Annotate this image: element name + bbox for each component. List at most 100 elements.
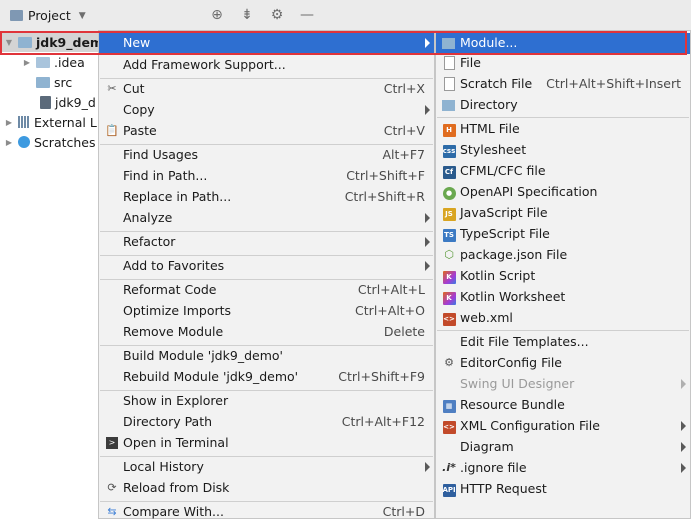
menu-item-directory[interactable]: Directory <box>436 95 690 116</box>
submenu-arrow-icon <box>425 462 430 472</box>
menu-item-refactor[interactable]: Refactor <box>99 232 434 253</box>
menu-item-package-json[interactable]: ⬡ package.json File <box>436 245 690 266</box>
menu-item-reload-from-disk[interactable]: ⟳ Reload from Disk <box>99 478 434 499</box>
menu-item-optimize-imports[interactable]: Optimize Imports Ctrl+Alt+O <box>99 301 434 322</box>
menu-item-swing-ui-designer[interactable]: Swing UI Designer <box>436 374 690 395</box>
menu-item-copy[interactable]: Copy <box>99 100 434 121</box>
menu-item-diagram[interactable]: Diagram <box>436 437 690 458</box>
menu-item-find-in-path[interactable]: Find in Path... Ctrl+Shift+F <box>99 166 434 187</box>
project-view-icon <box>10 10 23 21</box>
locate-icon[interactable]: ⊕ <box>209 7 225 23</box>
submenu-arrow-icon <box>425 261 430 271</box>
project-toolwindow-header: Project ▼ ⊕ ⇟ ⚙ — <box>0 0 691 32</box>
highlight-frame <box>0 31 687 55</box>
submenu-arrow-icon <box>681 442 686 452</box>
new-submenu: Module... File Scratch File Ctrl+Alt+Shif… <box>435 30 691 519</box>
tree-item-scratches[interactable]: ▶ Scratches <box>4 132 96 152</box>
menu-item-edit-templates[interactable]: Edit File Templates... <box>436 332 690 353</box>
tree-item-src[interactable]: src <box>36 72 72 92</box>
menu-item-add-framework[interactable]: Add Framework Support... <box>99 55 434 76</box>
menu-item-editorconfig[interactable]: ⚙ EditorConfig File <box>436 353 690 374</box>
file-icon <box>444 56 455 70</box>
tree-item-label: jdk9_d <box>55 94 96 110</box>
menu-item-build-module[interactable]: Build Module 'jdk9_demo' <box>99 346 434 367</box>
menu-item-scratch-file[interactable]: Scratch File Ctrl+Alt+Shift+Insert <box>436 74 690 95</box>
menu-item-javascript[interactable]: JS JavaScript File <box>436 203 690 224</box>
tree-item-label: .idea <box>54 54 85 70</box>
menu-item-show-in-explorer[interactable]: Show in Explorer <box>99 391 434 412</box>
paste-icon: 📋 <box>105 124 119 137</box>
menu-item-kotlin-script[interactable]: K Kotlin Script <box>436 266 690 287</box>
js-file-icon: JS <box>442 206 456 221</box>
xml-file-icon: <> <box>442 311 456 326</box>
submenu-arrow-icon <box>681 463 686 473</box>
context-menu: New Add Framework Support... ✂ Cut Ctrl+X… <box>98 30 435 519</box>
folder-icon <box>36 76 50 88</box>
html-file-icon: H <box>442 122 456 137</box>
submenu-arrow-icon <box>681 421 686 431</box>
collapse-arrow-icon[interactable]: ▶ <box>4 138 14 147</box>
menu-item-directory-path[interactable]: Directory Path Ctrl+Alt+F12 <box>99 412 434 433</box>
scissors-icon: ✂ <box>107 82 117 95</box>
menu-item-stylesheet[interactable]: css Stylesheet <box>436 140 690 161</box>
compare-icon: ⇆ <box>107 505 117 518</box>
menu-item-resource-bundle[interactable]: ▦ Resource Bundle <box>436 395 690 416</box>
menu-item-cut[interactable]: ✂ Cut Ctrl+X <box>99 79 434 100</box>
kotlin-icon: K <box>442 269 456 284</box>
menu-item-http-request[interactable]: API HTTP Request <box>436 479 690 500</box>
collapse-arrow-icon[interactable]: ▶ <box>22 58 32 67</box>
menu-item-replace-in-path[interactable]: Replace in Path... Ctrl+Shift+R <box>99 187 434 208</box>
scratch-file-icon <box>444 77 455 91</box>
library-icon <box>18 116 30 128</box>
menu-item-compare-with[interactable]: ⇆ Compare With... Ctrl+D <box>99 502 434 523</box>
project-view-label: Project <box>28 8 71 23</box>
submenu-arrow-icon <box>681 379 686 389</box>
ts-file-icon: TS <box>442 227 456 242</box>
ignore-file-icon: .i* <box>442 461 456 474</box>
menu-item-xml-configuration[interactable]: <> XML Configuration File <box>436 416 690 437</box>
menu-item-open-terminal[interactable]: > Open in Terminal <box>99 433 434 454</box>
cfml-file-icon: Cf <box>442 164 456 179</box>
menu-item-web-xml[interactable]: <> web.xml <box>436 308 690 329</box>
project-view-selector[interactable]: Project ▼ <box>10 8 86 23</box>
menu-item-html-file[interactable]: H HTML File <box>436 119 690 140</box>
api-icon: API <box>442 482 456 497</box>
menu-item-reformat[interactable]: Reformat Code Ctrl+Alt+L <box>99 280 434 301</box>
tree-item-label: External L <box>34 114 97 130</box>
reload-icon: ⟳ <box>107 481 117 494</box>
menu-item-file[interactable]: File <box>436 53 690 74</box>
folder-icon <box>442 100 455 111</box>
gear-icon[interactable]: ⚙ <box>269 7 285 23</box>
folder-icon <box>36 56 50 68</box>
kotlin-icon: K <box>442 290 456 305</box>
menu-item-openapi[interactable]: ● OpenAPI Specification <box>436 182 690 203</box>
menu-item-typescript[interactable]: TS TypeScript File <box>436 224 690 245</box>
menu-item-cfml-file[interactable]: Cf CFML/CFC file <box>436 161 690 182</box>
menu-item-add-favorites[interactable]: Add to Favorites <box>99 256 434 277</box>
openapi-icon: ● <box>442 185 456 200</box>
resource-bundle-icon: ▦ <box>442 398 456 413</box>
hide-icon[interactable]: — <box>299 7 315 23</box>
menu-separator <box>437 117 689 118</box>
tree-item-idea[interactable]: ▶ .idea <box>22 52 85 72</box>
menu-item-local-history[interactable]: Local History <box>99 457 434 478</box>
css-file-icon: css <box>442 143 456 158</box>
menu-item-rebuild-module[interactable]: Rebuild Module 'jdk9_demo' Ctrl+Shift+F9 <box>99 367 434 388</box>
menu-item-analyze[interactable]: Analyze <box>99 208 434 229</box>
menu-item-ignore-file[interactable]: .i* .ignore file <box>436 458 690 479</box>
terminal-icon: > <box>106 437 118 449</box>
submenu-arrow-icon <box>425 213 430 223</box>
collapse-arrow-icon[interactable]: ▶ <box>4 118 14 127</box>
collapse-icon[interactable]: ⇟ <box>239 7 255 23</box>
tree-item-iml[interactable]: jdk9_d <box>40 92 96 112</box>
menu-item-kotlin-worksheet[interactable]: K Kotlin Worksheet <box>436 287 690 308</box>
tree-item-external-libraries[interactable]: ▶ External L <box>4 112 97 132</box>
submenu-arrow-icon <box>425 237 430 247</box>
package-json-icon: ⬡ <box>444 248 454 261</box>
menu-item-find-usages[interactable]: Find Usages Alt+F7 <box>99 145 434 166</box>
xml-file-icon: <> <box>442 419 456 434</box>
menu-separator <box>437 330 689 331</box>
menu-item-remove-module[interactable]: Remove Module Delete <box>99 322 434 343</box>
scratch-icon <box>18 136 30 148</box>
menu-item-paste[interactable]: 📋 Paste Ctrl+V <box>99 121 434 142</box>
